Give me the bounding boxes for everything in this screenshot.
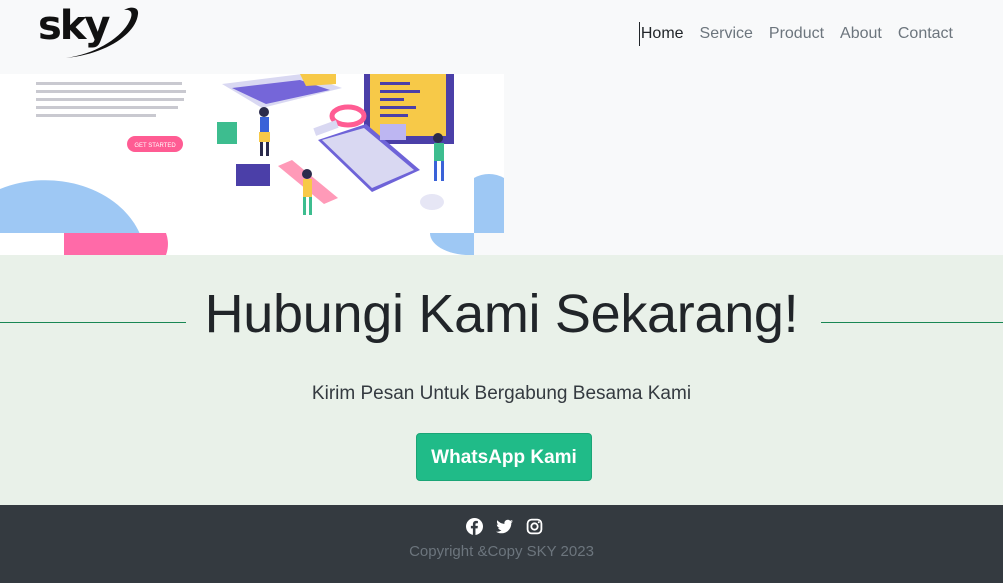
twitter-icon[interactable] [496, 518, 513, 535]
copyright-text: Copyright &Copy SKY 2023 [409, 543, 594, 560]
facebook-icon[interactable] [466, 518, 483, 535]
hero-illustration: GET STARTED [0, 74, 504, 255]
social-links [466, 518, 543, 535]
nav-contact[interactable]: Contact [890, 22, 961, 46]
nav-menu: Home Service Product About Contact [638, 22, 961, 46]
contact-title: Hubungi Kami Sekarang! [204, 284, 799, 344]
navbar: sky Home Service Product About Contact [0, 0, 1003, 74]
nav-service[interactable]: Service [692, 22, 761, 46]
sky-logo[interactable]: sky [36, 4, 142, 62]
contact-section: Hubungi Kami Sekarang! Kirim Pesan Untuk… [0, 255, 1003, 505]
whatsapp-button[interactable]: WhatsApp Kami [416, 433, 592, 481]
instagram-icon[interactable] [526, 518, 543, 535]
nav-home[interactable]: Home [638, 22, 692, 46]
nav-about[interactable]: About [832, 22, 890, 46]
get-started-button: GET STARTED [134, 143, 176, 149]
nav-product[interactable]: Product [761, 22, 832, 46]
contact-subtitle: Kirim Pesan Untuk Bergabung Besama Kami [311, 383, 692, 404]
footer: Copyright &Copy SKY 2023 [0, 505, 1003, 583]
logo-text: sky [38, 3, 110, 49]
